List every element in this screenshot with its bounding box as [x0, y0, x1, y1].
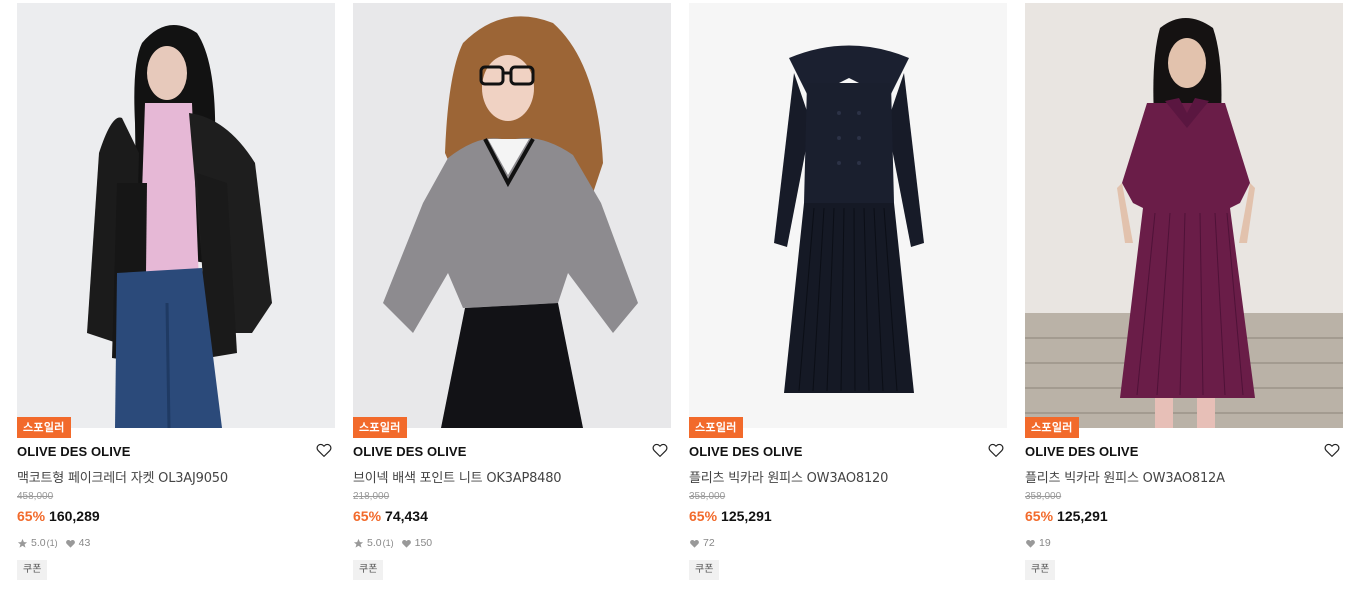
- brand-name[interactable]: OLIVE DES OLIVE: [353, 444, 466, 459]
- product-photo: [1025, 3, 1343, 428]
- review-count: (1): [46, 538, 58, 548]
- product-card[interactable]: 스포일러 OLIVE DES OLIVE 플리츠 빅카라 원피스 OW3AO81…: [689, 3, 1007, 603]
- price-line: 65% 125,291: [689, 508, 772, 524]
- spoiler-badge: 스포일러: [353, 417, 407, 438]
- product-name[interactable]: 브이넥 배색 포인트 니트 OK3AP8480: [353, 467, 562, 486]
- sale-price: 74,434: [385, 508, 428, 524]
- product-image[interactable]: [689, 3, 1007, 428]
- coupon-tag: 쿠폰: [1025, 560, 1056, 580]
- product-photo: [17, 3, 335, 428]
- star-icon: [17, 538, 28, 549]
- product-meta: 19: [1025, 537, 1051, 549]
- product-name[interactable]: 플리츠 빅카라 원피스 OW3AO812A: [1025, 467, 1225, 486]
- product-name[interactable]: 플리츠 빅카라 원피스 OW3AO8120: [689, 467, 888, 486]
- heart-filled-icon: [1025, 538, 1036, 549]
- like-count: 43: [78, 537, 91, 549]
- original-price: 218,000: [353, 491, 390, 502]
- wishlist-heart-icon[interactable]: [315, 441, 333, 459]
- discount-rate: 65%: [353, 508, 382, 524]
- price-line: 65% 74,434: [353, 508, 428, 524]
- product-image[interactable]: [353, 3, 671, 428]
- wishlist-heart-icon[interactable]: [987, 441, 1005, 459]
- discount-rate: 65%: [17, 508, 46, 524]
- sale-price: 125,291: [721, 508, 772, 524]
- discount-rate: 65%: [1025, 508, 1054, 524]
- heart-filled-icon: [401, 538, 412, 549]
- like-count: 19: [1039, 537, 1051, 549]
- coupon-tag: 쿠폰: [17, 560, 48, 580]
- product-image[interactable]: [17, 3, 335, 428]
- price-line: 65% 125,291: [1025, 508, 1108, 524]
- product-meta: 5.0 (1) 43: [17, 537, 90, 549]
- sale-price: 125,291: [1057, 508, 1108, 524]
- spoiler-badge: 스포일러: [689, 417, 743, 438]
- brand-name[interactable]: OLIVE DES OLIVE: [1025, 444, 1138, 459]
- discount-rate: 65%: [689, 508, 718, 524]
- coupon-tag: 쿠폰: [689, 560, 720, 580]
- product-grid: 스포일러 OLIVE DES OLIVE 맥코트형 페이크레더 자켓 OL3AJ…: [17, 3, 1343, 603]
- original-price: 358,000: [1025, 491, 1062, 502]
- review-count: (1): [382, 538, 394, 548]
- product-photo: [689, 3, 1007, 428]
- product-card[interactable]: 스포일러 OLIVE DES OLIVE 브이넥 배색 포인트 니트 OK3AP…: [353, 3, 671, 603]
- spoiler-badge: 스포일러: [1025, 417, 1079, 438]
- sale-price: 160,289: [49, 508, 100, 524]
- coupon-tag: 쿠폰: [353, 560, 384, 580]
- brand-name[interactable]: OLIVE DES OLIVE: [17, 444, 130, 459]
- rating-value: 5.0: [367, 537, 382, 549]
- product-card[interactable]: 스포일러 OLIVE DES OLIVE 맥코트형 페이크레더 자켓 OL3AJ…: [17, 3, 335, 603]
- like-count: 72: [703, 537, 715, 549]
- heart-filled-icon: [689, 538, 700, 549]
- product-photo: [353, 3, 671, 428]
- product-meta: 72: [689, 537, 715, 549]
- like-count: 150: [414, 537, 433, 549]
- price-line: 65% 160,289: [17, 508, 100, 524]
- original-price: 358,000: [689, 491, 726, 502]
- original-price: 458,000: [17, 491, 54, 502]
- wishlist-heart-icon[interactable]: [651, 441, 669, 459]
- star-icon: [353, 538, 364, 549]
- product-meta: 5.0 (1) 150: [353, 537, 432, 549]
- spoiler-badge: 스포일러: [17, 417, 71, 438]
- heart-filled-icon: [65, 538, 76, 549]
- wishlist-heart-icon[interactable]: [1323, 441, 1341, 459]
- rating-value: 5.0: [31, 537, 46, 549]
- product-card[interactable]: 스포일러 OLIVE DES OLIVE 플리츠 빅카라 원피스 OW3AO81…: [1025, 3, 1343, 603]
- product-name[interactable]: 맥코트형 페이크레더 자켓 OL3AJ9050: [17, 467, 228, 486]
- brand-name[interactable]: OLIVE DES OLIVE: [689, 444, 802, 459]
- product-image[interactable]: [1025, 3, 1343, 428]
